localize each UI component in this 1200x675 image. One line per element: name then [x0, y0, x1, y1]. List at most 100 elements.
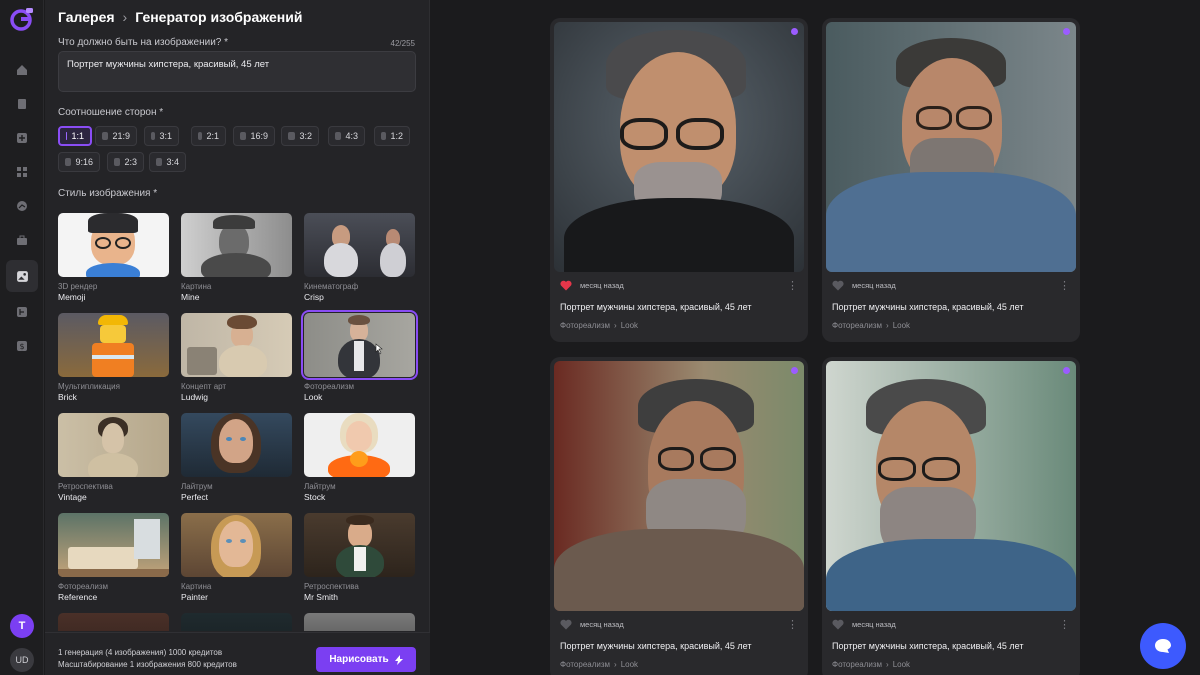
breadcrumb-gallery-link[interactable]: Галерея — [58, 9, 115, 25]
ratio-square-icon — [151, 132, 156, 140]
result-card[interactable]: месяц назад ⋮ Портрет мужчины хипстера, … — [822, 357, 1080, 675]
grid-icon[interactable] — [8, 158, 36, 186]
result-card[interactable]: месяц назад ⋮ Портрет мужчины хипстера, … — [550, 357, 808, 675]
more-options-icon[interactable]: ⋮ — [787, 279, 798, 292]
aspect-ratio-option[interactable]: 2:1 — [191, 126, 226, 146]
page-title: Генератор изображений — [135, 9, 303, 25]
draw-button[interactable]: Нарисовать — [316, 647, 416, 672]
app-root: $ T UD Галерея › Генератор изображений Ч… — [0, 0, 1200, 675]
chart-icon[interactable] — [8, 192, 36, 220]
style-grid: 3D рендер Memoji Картина Mine Кинематогр… — [58, 213, 418, 631]
card-title: Портрет мужчины хипстера, красивый, 45 л… — [832, 641, 1024, 651]
document-icon[interactable] — [8, 90, 36, 118]
settings-panel: Галерея › Генератор изображений Что долж… — [45, 0, 430, 675]
aspect-ratio-option[interactable]: 16:9 — [233, 126, 275, 146]
style-tile-partial[interactable] — [58, 613, 169, 631]
new-indicator — [1063, 367, 1070, 374]
style-thumb — [181, 413, 292, 477]
result-image[interactable] — [826, 361, 1076, 611]
style-tile-look[interactable]: Фотореализм Look — [301, 310, 418, 402]
aspect-ratio-option[interactable]: 1:2 — [374, 126, 410, 146]
ratio-square-icon — [198, 132, 203, 140]
result-image[interactable] — [554, 361, 804, 611]
aspect-ratio-option[interactable]: 3:1 — [144, 126, 179, 146]
ratio-square-icon — [65, 158, 72, 166]
style-tile-perfect[interactable]: Лайтрум Perfect — [181, 413, 292, 502]
style-thumb — [181, 313, 292, 377]
chat-button[interactable] — [1140, 623, 1186, 669]
user-avatar[interactable]: UD — [10, 648, 34, 672]
card-meta: месяц назад ⋮ — [560, 278, 798, 292]
aspect-ratio-option[interactable]: 9:16 — [58, 152, 100, 172]
style-tile-mr-smith[interactable]: Ретроспектива Mr Smith — [304, 513, 415, 602]
card-title: Портрет мужчины хипстера, красивый, 45 л… — [560, 302, 752, 312]
card-title: Портрет мужчины хипстера, красивый, 45 л… — [832, 302, 1024, 312]
dollar-icon[interactable]: $ — [8, 332, 36, 360]
breadcrumb-chevron-icon: › — [122, 9, 128, 25]
account-avatar[interactable]: T — [10, 614, 34, 638]
heart-icon[interactable] — [832, 619, 844, 630]
style-thumb — [58, 613, 169, 631]
chat-bubble-icon — [1155, 639, 1171, 653]
style-tile-partial[interactable] — [181, 613, 292, 631]
image-generator-icon[interactable] — [6, 260, 38, 292]
card-meta: месяц назад ⋮ — [832, 617, 1070, 631]
style-tile-ludwig[interactable]: Концепт арт Ludwig — [181, 313, 292, 402]
style-thumb — [304, 213, 415, 277]
ratio-square-icon — [102, 132, 109, 140]
aspect-ratio-option[interactable]: 4:3 — [328, 126, 365, 146]
style-tile-painter[interactable]: Картина Painter — [181, 513, 292, 602]
style-thumb — [58, 213, 169, 277]
style-tile-memoji[interactable]: 3D рендер Memoji — [58, 213, 169, 302]
style-tile-mine[interactable]: Картина Mine — [181, 213, 292, 302]
style-label: Стиль изображения * — [58, 188, 158, 199]
heart-icon[interactable] — [560, 619, 572, 630]
aspect-ratio-option[interactable]: 3:2 — [281, 126, 319, 146]
result-image[interactable] — [826, 22, 1076, 272]
more-options-icon[interactable]: ⋮ — [1059, 279, 1070, 292]
lightning-icon — [394, 654, 403, 665]
briefcase-icon[interactable] — [8, 226, 36, 254]
cursor-icon — [375, 343, 383, 355]
aspect-ratio-option[interactable]: 21:9 — [95, 126, 137, 146]
new-indicator — [791, 28, 798, 35]
more-options-icon[interactable]: ⋮ — [787, 618, 798, 631]
style-tile-partial[interactable] — [304, 613, 415, 631]
style-thumb — [58, 513, 169, 577]
aspect-ratio-option[interactable]: 2:3 — [107, 152, 144, 172]
breadcrumb: Галерея › Генератор изображений — [58, 9, 302, 25]
translate-icon[interactable] — [8, 298, 36, 326]
style-tile-stock[interactable]: Лайтрум Stock — [304, 413, 415, 502]
app-logo-icon[interactable] — [9, 6, 35, 32]
card-tags: Фотореализм › Look — [560, 660, 639, 669]
ratio-square-icon — [335, 132, 342, 140]
style-tile-vintage[interactable]: Ретроспектива Vintage — [58, 413, 169, 502]
add-icon[interactable] — [8, 124, 36, 152]
aspect-ratio-option[interactable]: 1:1 — [58, 126, 92, 146]
style-tile-crisp[interactable]: Кинематограф Crisp — [304, 213, 415, 302]
heart-icon[interactable] — [560, 280, 572, 291]
style-tile-brick[interactable]: Мультипликация Brick — [58, 313, 169, 402]
ratio-square-icon — [288, 132, 296, 140]
heart-icon[interactable] — [832, 280, 844, 291]
prompt-label: Что должно быть на изображении? * — [58, 37, 229, 48]
result-card[interactable]: месяц назад ⋮ Портрет мужчины хипстера, … — [822, 18, 1080, 342]
style-thumb — [181, 613, 292, 631]
aspect-ratio-option[interactable]: 3:4 — [149, 152, 186, 172]
style-thumb — [304, 513, 415, 577]
new-indicator — [1063, 28, 1070, 35]
home-icon[interactable] — [8, 56, 36, 84]
card-meta: месяц назад ⋮ — [832, 278, 1070, 292]
style-tile-reference[interactable]: Фотореализм Reference — [58, 513, 169, 602]
svg-text:$: $ — [19, 342, 24, 351]
result-card[interactable]: месяц назад ⋮ Портрет мужчины хипстера, … — [550, 18, 808, 342]
result-image[interactable] — [554, 22, 804, 272]
card-tags: Фотореализм › Look — [832, 660, 911, 669]
style-thumb — [58, 413, 169, 477]
credit-info: 1 генерация (4 изображения) 1000 кредито… — [58, 648, 237, 669]
style-thumb — [301, 310, 418, 380]
left-rail: $ T UD — [0, 0, 44, 675]
new-indicator — [791, 367, 798, 374]
prompt-input[interactable]: Портрет мужчины хипстера, красивый, 45 л… — [58, 51, 416, 92]
more-options-icon[interactable]: ⋮ — [1059, 618, 1070, 631]
